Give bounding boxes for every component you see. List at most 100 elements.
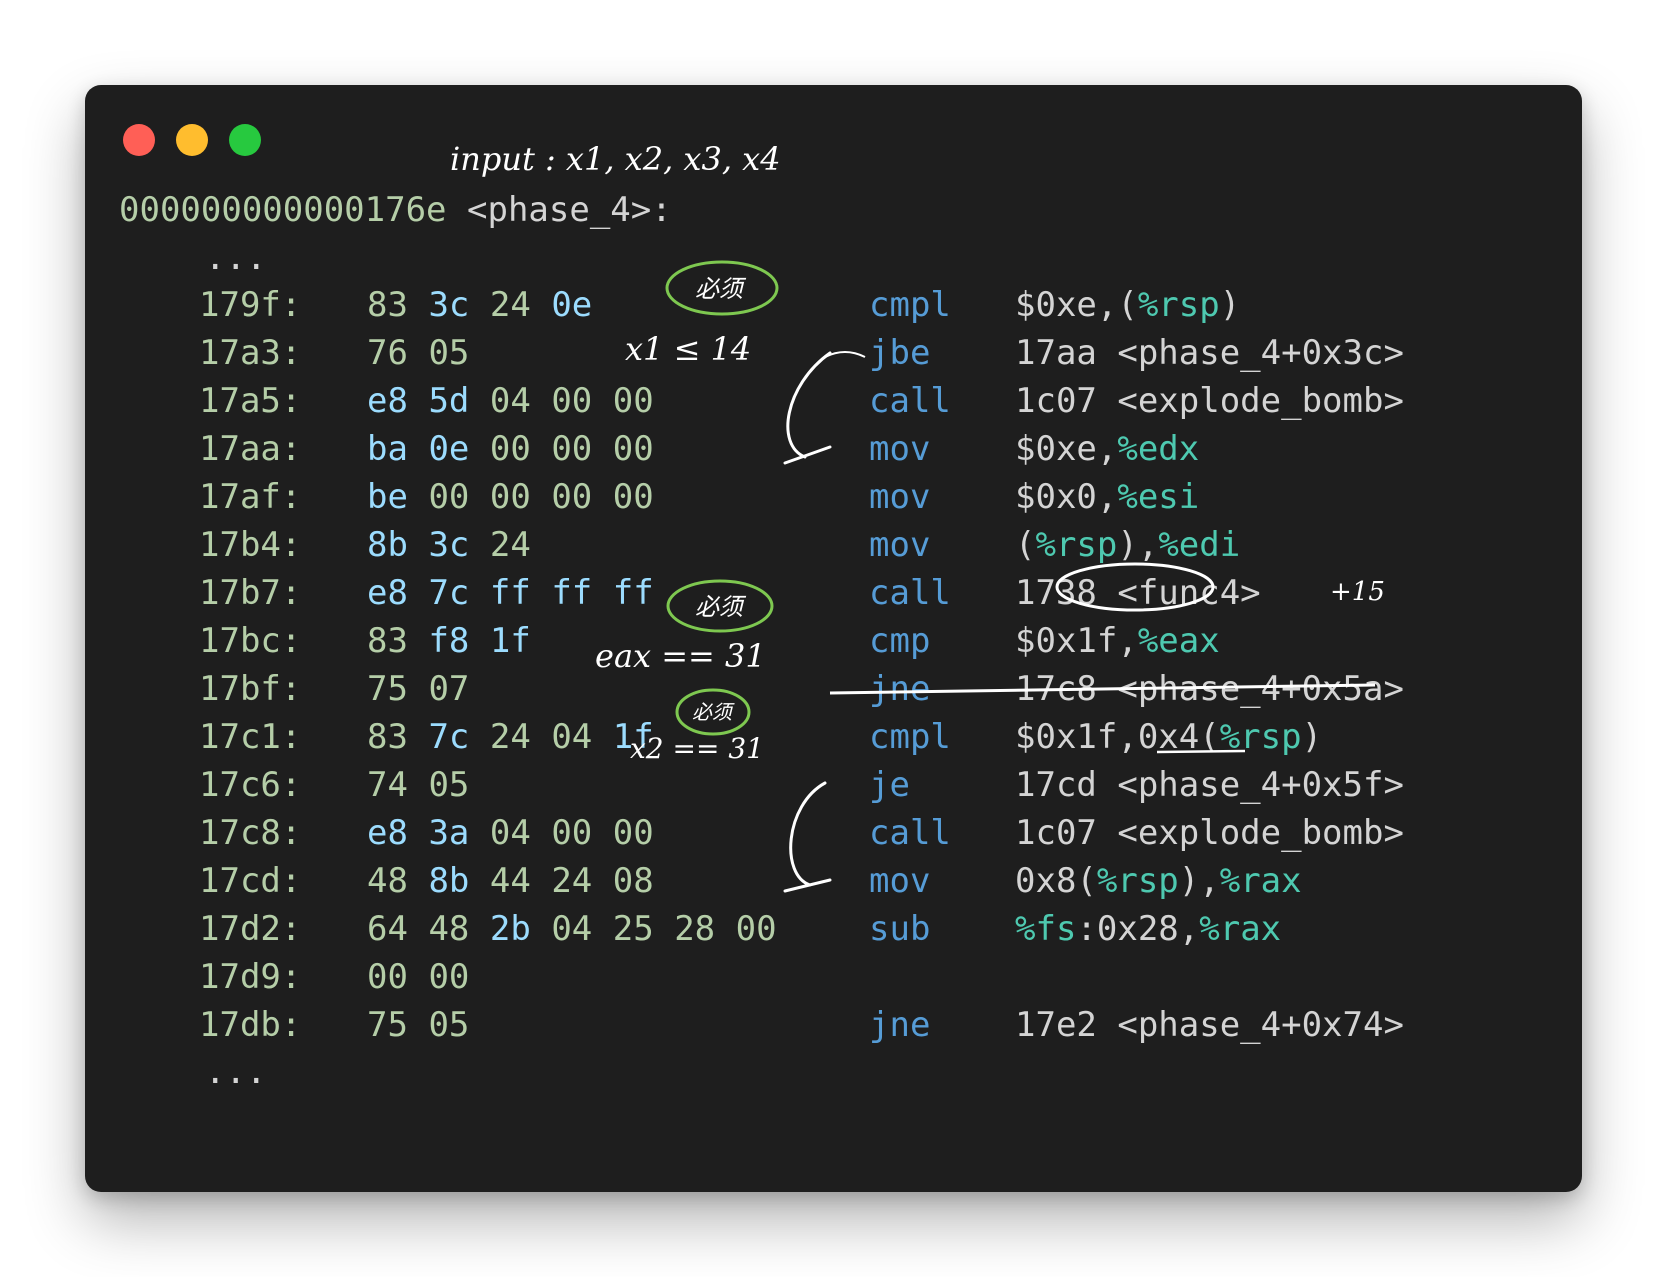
byte-token: 05 bbox=[428, 333, 470, 373]
byte-token: 48 bbox=[428, 909, 470, 949]
annotation-circle-1 bbox=[665, 260, 779, 316]
byte-token: 00 bbox=[612, 813, 654, 853]
close-button[interactable] bbox=[123, 124, 155, 156]
instruction-address: 179f: bbox=[199, 285, 302, 325]
byte-token: 83 bbox=[367, 285, 408, 325]
byte-token: 28 bbox=[674, 909, 716, 949]
byte-token: 3c bbox=[428, 285, 470, 325]
instruction-address: 17c8: bbox=[199, 813, 302, 853]
byte-token: 07 bbox=[428, 669, 470, 709]
byte-token: 04 bbox=[551, 909, 593, 949]
function-address: 000000000000176e bbox=[119, 190, 447, 230]
operand-token: $0x0, bbox=[1015, 477, 1118, 517]
byte-token: 83 bbox=[367, 717, 408, 757]
byte-token: 08 bbox=[612, 861, 654, 901]
byte-token: 0e bbox=[551, 285, 593, 325]
instruction-address: 17b4: bbox=[199, 525, 302, 565]
instruction-bytes: 83 f8 1f bbox=[367, 624, 531, 658]
byte-token: e8 bbox=[367, 573, 408, 613]
instruction-mnemonic: call bbox=[869, 573, 951, 613]
byte-token: 04 bbox=[489, 813, 531, 853]
byte-token: 74 bbox=[367, 765, 408, 805]
annotation-x1-condition: x1 ≤ 14 bbox=[625, 330, 751, 368]
annotation-input-note: input : x1, x2, x3, x4 bbox=[450, 140, 781, 178]
byte-token: 24 bbox=[551, 861, 593, 901]
operand-token: :0x28, bbox=[1076, 909, 1200, 949]
instruction-mnemonic: mov bbox=[869, 429, 931, 469]
byte-token: 00 bbox=[735, 909, 777, 949]
instruction-mnemonic: cmp bbox=[869, 621, 931, 661]
instruction-bytes: 76 05 bbox=[367, 336, 469, 370]
byte-token: 00 bbox=[551, 381, 593, 421]
operand-token: ), bbox=[1178, 861, 1220, 901]
byte-token: 75 bbox=[367, 1005, 408, 1045]
instruction-bytes: 48 8b 44 24 08 bbox=[367, 864, 654, 898]
minimize-button[interactable] bbox=[176, 124, 208, 156]
byte-token: 3c bbox=[428, 525, 470, 565]
instruction-bytes: 8b 3c 24 bbox=[367, 528, 531, 562]
register-token: %rsp bbox=[1219, 717, 1302, 757]
instruction-bytes: 64 48 2b 04 25 28 00 bbox=[367, 912, 777, 946]
instruction-bytes: 00 00 bbox=[367, 960, 469, 994]
byte-token: 00 bbox=[489, 429, 531, 469]
instruction-operands: %fs:0x28,%rax bbox=[1015, 912, 1281, 946]
annotation-eax-condition: eax == 31 bbox=[595, 637, 766, 675]
instruction-address: 17a5: bbox=[199, 381, 302, 421]
instruction-mnemonic: sub bbox=[869, 909, 931, 949]
byte-token: 24 bbox=[489, 525, 531, 565]
byte-token: 3a bbox=[428, 813, 470, 853]
instruction-address: 17bc: bbox=[199, 621, 302, 661]
ellipsis-bottom: ... bbox=[205, 1052, 267, 1092]
instruction-mnemonic: je bbox=[869, 765, 910, 805]
byte-token: 8b bbox=[367, 525, 408, 565]
operand-token: 0x8( bbox=[1015, 861, 1097, 901]
instruction-bytes: 75 07 bbox=[367, 672, 469, 706]
byte-token: be bbox=[367, 477, 408, 517]
operand-token: 17aa <phase_4+0x3c> bbox=[1015, 333, 1404, 373]
instruction-bytes: be 00 00 00 00 bbox=[367, 480, 654, 514]
byte-token: e8 bbox=[367, 813, 408, 853]
instruction-bytes: 74 05 bbox=[367, 768, 469, 802]
zoom-button[interactable] bbox=[229, 124, 261, 156]
operand-token: $0xe, bbox=[1015, 429, 1118, 469]
byte-token: 24 bbox=[489, 717, 531, 757]
byte-token: ba bbox=[367, 429, 408, 469]
byte-token: ff bbox=[489, 573, 531, 613]
instruction-operands: 17cd <phase_4+0x5f> bbox=[1015, 768, 1404, 802]
operand-token: $0x1f,0x4( bbox=[1015, 717, 1220, 757]
byte-token: 7c bbox=[428, 717, 470, 757]
instruction-mnemonic: cmpl bbox=[869, 717, 951, 757]
byte-token: 00 bbox=[428, 477, 470, 517]
register-token: %eax bbox=[1137, 621, 1220, 661]
annotation-must-3: 必须 bbox=[692, 700, 735, 724]
instruction-address: 17b7: bbox=[199, 573, 302, 613]
instruction-operands: $0x1f,0x4(%rsp) bbox=[1015, 720, 1322, 754]
instruction-operands: $0x1f,%eax bbox=[1015, 624, 1220, 658]
terminal-window: 000000000000176e <phase_4>: ... 179f: 83 … bbox=[85, 85, 1582, 1192]
instruction-address: 17d2: bbox=[199, 909, 302, 949]
operand-token: 1c07 <explode_bomb> bbox=[1015, 813, 1404, 853]
ellipsis-top: ... bbox=[205, 238, 267, 278]
byte-token: 05 bbox=[428, 765, 470, 805]
byte-token: 8b bbox=[428, 861, 470, 901]
byte-token: 7c bbox=[428, 573, 470, 613]
operand-token: ), bbox=[1117, 525, 1159, 565]
byte-token: 05 bbox=[428, 1005, 470, 1045]
register-token: %esi bbox=[1117, 477, 1200, 517]
function-symbol: <phase_4>: bbox=[467, 190, 672, 230]
instruction-mnemonic: mov bbox=[869, 477, 931, 517]
byte-token: ff bbox=[612, 573, 654, 613]
byte-token: 00 bbox=[367, 957, 408, 997]
instruction-bytes: e8 7c ff ff ff bbox=[367, 576, 654, 610]
instruction-operands: $0xe,(%rsp) bbox=[1015, 288, 1240, 322]
register-token: %rsp bbox=[1035, 525, 1118, 565]
instruction-operands: 1c07 <explode_bomb> bbox=[1015, 816, 1404, 850]
jump-arrow-2 bbox=[783, 781, 832, 893]
byte-token: e8 bbox=[367, 381, 408, 421]
annotation-circle-3 bbox=[675, 688, 751, 736]
instruction-operands: $0xe,%edx bbox=[1015, 432, 1199, 466]
instruction-operands: 17e2 <phase_4+0x74> bbox=[1015, 1008, 1404, 1042]
byte-token: 00 bbox=[428, 957, 470, 997]
operand-token: 17e2 <phase_4+0x74> bbox=[1015, 1005, 1404, 1045]
instruction-address: 17d9: bbox=[199, 957, 302, 997]
